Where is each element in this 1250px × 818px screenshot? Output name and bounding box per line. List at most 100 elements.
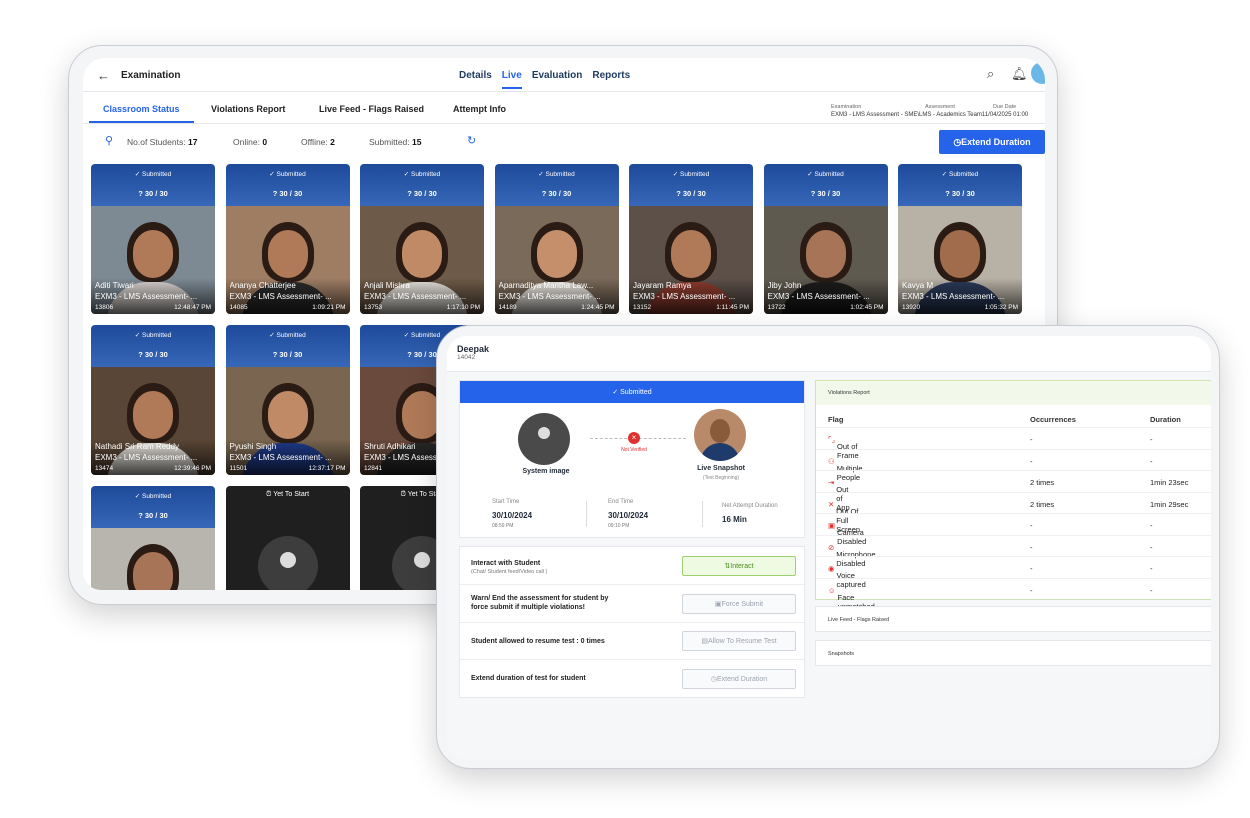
detail-header: Deepak 14042	[447, 336, 1211, 372]
card-status: Submitted	[545, 171, 575, 178]
card-status: Submitted	[948, 171, 979, 178]
extend-duration-student-button[interactable]: ◷ Extend Duration	[682, 669, 796, 689]
card-status: Submitted	[276, 171, 306, 178]
student-name: Kavya M	[902, 281, 934, 290]
violation-row: ⚇ Multiple People - -	[816, 448, 1211, 482]
net-duration-label: Net Attempt Duration	[722, 503, 778, 509]
check-circle-icon: ✓	[134, 493, 142, 500]
search-icon[interactable]: ⌕	[987, 66, 994, 82]
student-photo: Nathadi Sri Ram Reddy EXM3 - LMS Assessme…	[91, 367, 215, 475]
violations-panel: Violations Report Flag Occurrences Durat…	[815, 380, 1211, 611]
violation-occurrences: -	[1030, 521, 1033, 530]
student-name: Jiby John	[767, 281, 802, 290]
stat-offline: Offline: 2	[301, 137, 335, 147]
student-id: 14085	[229, 304, 248, 311]
student-name: Aditi Tiwari	[95, 281, 134, 290]
action-text: Student allowed to resume test : 0 times	[471, 638, 605, 645]
extend-duration-button[interactable]: ◷ Extend Duration	[939, 130, 1045, 154]
student-card[interactable]: ✓ Submitted? 30 / 30 Ananya Chatterjee EXM…	[225, 164, 350, 314]
submitted-bar: ✓ Submitted	[460, 381, 804, 403]
student-card[interactable]: ✓ Submitted? 30 / 30 Kavya M EXM3 - LMS As…	[898, 164, 1022, 314]
allow-resume-button[interactable]: ▤ Allow To Resume Test	[682, 631, 796, 651]
actions-panel: Interact with Student (Chat/ Student feed…	[459, 546, 805, 698]
violation-occurrences: -	[1030, 585, 1033, 595]
student-time: 12:48:47 PM	[174, 304, 211, 311]
document-icon: ▤	[701, 638, 708, 645]
end-time: 09:10 PM	[608, 523, 630, 529]
student-exam: EXM3 - LMS Assessment- ...	[364, 292, 467, 301]
student-card[interactable]: ✓ Submitted? 30 / 30 Aparnaditya Mantha L…	[494, 164, 619, 314]
tab-violations-report[interactable]: Violations Report	[211, 104, 285, 114]
student-id: 13806	[95, 304, 114, 311]
student-time: 12:39:46 PM	[174, 465, 211, 472]
student-time: 1:24:45 PM	[581, 304, 615, 311]
student-exam: EXM3 - LMS Assessment- ...	[229, 453, 332, 462]
check-circle-icon: ✓	[672, 171, 680, 178]
student-id: 13753	[364, 304, 383, 311]
violation-row: ⊘ Microphone Disabled - -	[816, 534, 1211, 568]
student-name: Jayaram Ramya	[633, 281, 692, 290]
divider	[586, 501, 587, 527]
card-score: 30 / 30	[413, 350, 437, 359]
stat-online: Online: 0	[233, 137, 268, 147]
student-card[interactable]: ✓ Submitted? 30 / 30 Jiby John EXM3 - LMS …	[763, 164, 888, 314]
student-photo: Pyushi Singh EXM3 - LMS Assessment- ... 11…	[225, 367, 350, 475]
avatar-placeholder-icon	[257, 536, 318, 590]
flag-icon: ☺	[828, 585, 836, 595]
question-icon: ?	[138, 189, 145, 198]
violation-occurrences: -	[1030, 564, 1033, 573]
card-score: 30 / 30	[144, 189, 168, 198]
back-arrow-icon[interactable]: ←	[97, 68, 110, 83]
student-photo	[91, 528, 215, 590]
tab-live-feed[interactable]: Live Feed - Flags Raised	[319, 104, 424, 114]
student-card[interactable]: ✓ Submitted? 30 / 30 Jayaram Ramya EXM3 - …	[629, 164, 753, 314]
student-time: 12:37:17 PM	[308, 465, 346, 472]
card-score: 30 / 30	[548, 189, 572, 198]
clock-icon: ◷	[953, 136, 962, 147]
bell-icon[interactable]: 🔔︎	[1011, 66, 1028, 82]
card-score: 30 / 30	[144, 511, 168, 520]
tab-attempt-info[interactable]: Attempt Info	[453, 104, 506, 114]
check-circle-icon: ✓	[134, 171, 142, 178]
question-icon: ?	[138, 350, 145, 359]
refresh-icon[interactable]: ↻	[467, 134, 476, 147]
tab-classroom-status[interactable]: Classroom Status	[89, 104, 194, 123]
student-card[interactable]: ✓ Submitted? 30 / 30	[91, 486, 215, 590]
snapshots-section[interactable]: Snapshots	[815, 640, 1211, 666]
violation-duration: -	[1150, 456, 1153, 466]
student-detail-screen: Deepak 14042 ✓ Submitted System image × …	[447, 336, 1211, 760]
student-card[interactable]: ✓ Submitted? 30 / 30 Pyushi Singh EXM3 - L…	[225, 325, 350, 475]
start-date: 30/10/2024	[492, 511, 533, 520]
user-avatar[interactable]	[1031, 62, 1045, 84]
student-name: Deepak	[457, 344, 490, 354]
action-text: Warn/ End the assessment for student by …	[471, 595, 609, 611]
student-id: 14042	[457, 354, 476, 361]
student-time: 1:02:45 PM	[850, 304, 884, 311]
search-icon[interactable]: ⚲	[105, 134, 113, 147]
card-header: ✓ Submitted? 30 / 30	[629, 164, 753, 206]
card-header: ✓ Submitted? 30 / 30	[91, 325, 215, 367]
student-card[interactable]: ✓ Submitted? 30 / 30 Nathadi Sri Ram Redd…	[91, 325, 215, 475]
interact-button[interactable]: ⇅ Interact	[682, 556, 796, 576]
card-score: 30 / 30	[682, 189, 706, 198]
question-icon: ?	[407, 350, 414, 359]
card-score: 30 / 30	[413, 189, 437, 198]
student-card[interactable]: ⏰︎ Yet To Start	[225, 486, 350, 590]
stat-submitted: Submitted: 15	[369, 137, 422, 147]
violation-row: ☺Face unmatched--	[816, 577, 1211, 611]
student-time: 1:11:45 PM	[716, 304, 749, 311]
student-name: Aparnaditya Mantha Law...	[498, 281, 594, 290]
violation-duration: -	[1150, 435, 1153, 444]
live-snapshot-photo[interactable]	[694, 409, 746, 461]
violation-row: ◉ Voice captured - -	[816, 556, 1211, 589]
tab-details[interactable]: Details	[459, 70, 492, 89]
student-card[interactable]: ✓ Submitted? 30 / 30 Aditi Tiwari EXM3 - L…	[91, 164, 215, 314]
tab-live[interactable]: Live	[501, 70, 522, 89]
tab-reports[interactable]: Reports	[592, 70, 630, 89]
card-status: Yet To Start	[273, 491, 310, 498]
live-feed-section[interactable]: Live Feed - Flags Raised	[815, 606, 1211, 632]
action-row-extend: Extend duration of test for student ◷ Ex…	[460, 660, 804, 698]
student-card[interactable]: ✓ Submitted? 30 / 30 Anjali Mishra EXM3 - …	[360, 164, 484, 314]
force-submit-button[interactable]: ▣ Force Submit	[682, 594, 796, 614]
tab-evaluation[interactable]: Evaluation	[532, 70, 583, 89]
